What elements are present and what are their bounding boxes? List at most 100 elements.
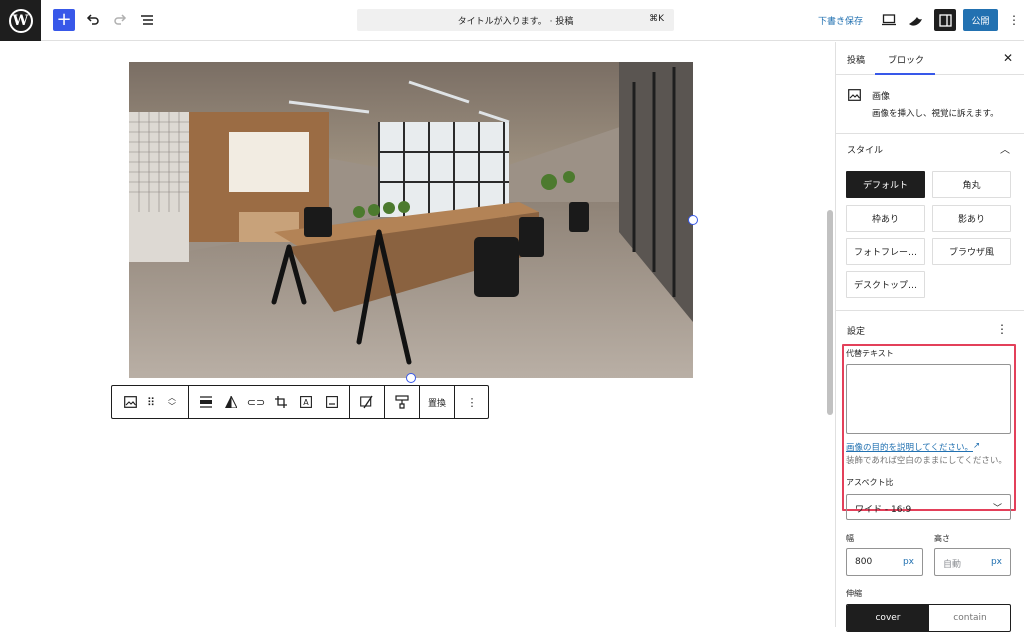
save-draft-button[interactable]: 下書き保存 xyxy=(818,14,863,27)
document-overview-button[interactable] xyxy=(138,11,156,29)
settings-options-button[interactable]: ⋮ xyxy=(996,322,1008,336)
alt-text-help-link[interactable]: 画像の目的を説明してください。 xyxy=(846,441,973,453)
close-icon: ✕ xyxy=(1002,51,1013,65)
style-shadow[interactable]: 影あり xyxy=(932,205,1011,232)
plugin-button[interactable] xyxy=(907,11,925,29)
active-tab-indicator xyxy=(875,73,935,75)
divider xyxy=(836,310,1024,311)
caption-button[interactable] xyxy=(324,394,340,410)
chevron-down-icon: ﹀ xyxy=(168,402,176,411)
style-browser[interactable]: ブラウザ風 xyxy=(932,238,1011,265)
move-up-down-button[interactable]: ︿ ﹀ xyxy=(164,391,180,413)
wordpress-icon: W xyxy=(8,8,33,33)
resize-handle-bottom[interactable] xyxy=(406,373,416,383)
width-value: 800 xyxy=(855,557,873,567)
settings-sidebar: 投稿 ブロック ✕ 画像 画像を挿入し、視覚に訴えます。 スタイル ︿ デフォル… xyxy=(835,42,1024,632)
width-input[interactable]: 800 px xyxy=(846,548,923,576)
height-label: 高さ xyxy=(934,534,950,543)
format-button[interactable] xyxy=(394,394,410,410)
resize-handle-right[interactable] xyxy=(688,215,698,225)
crop-icon xyxy=(275,396,287,408)
styles-panel-title[interactable]: スタイル xyxy=(847,143,883,156)
block-options-button[interactable]: ⋮ xyxy=(464,394,480,410)
drag-handle[interactable]: ⠿ xyxy=(143,394,159,410)
aspect-ratio-select[interactable]: ワイド - 16:9 ﹀ xyxy=(846,494,1011,520)
editor-header: W + タイトルが入ります。 · 投稿 ⌘K 下書き保存 公開 ⋮ xyxy=(0,0,1024,41)
undo-button[interactable] xyxy=(84,11,102,29)
aspect-ratio-value: ワイド - 16:9 xyxy=(855,505,912,515)
more-vertical-icon: ⋮ xyxy=(1008,13,1020,27)
align-icon xyxy=(200,396,212,408)
image-icon xyxy=(123,396,137,408)
alt-text-textarea[interactable] xyxy=(846,364,1011,434)
redo-button[interactable] xyxy=(111,11,129,29)
block-name: 画像 xyxy=(872,92,891,102)
text-overlay-icon: A xyxy=(300,396,312,408)
sidebar-icon xyxy=(938,13,952,27)
scrollbar-thumb[interactable] xyxy=(827,210,833,415)
width-unit[interactable]: px xyxy=(903,557,914,567)
list-view-icon xyxy=(141,15,153,25)
document-title: タイトルが入ります。 · 投稿 xyxy=(457,17,574,27)
alt-text-help: 装飾であれば空白のままにしてください。 xyxy=(846,456,1007,466)
block-toolbar: ⠿ ︿ ﹀ ⊂⊃ A 置換 ⋮ xyxy=(111,385,489,419)
block-description: 画像を挿入し、視覚に訴えます。 xyxy=(872,109,999,119)
link-icon: ⊂⊃ xyxy=(246,395,266,409)
options-menu-button[interactable]: ⋮ xyxy=(1008,11,1020,29)
scale-label: 伸縮 xyxy=(846,589,862,598)
tab-post[interactable]: 投稿 xyxy=(847,53,865,66)
duotone-button[interactable] xyxy=(223,394,239,410)
caption-icon xyxy=(326,396,338,408)
close-sidebar-button[interactable]: ✕ xyxy=(1003,51,1013,65)
duotone-icon xyxy=(225,396,237,408)
tab-block[interactable]: ブロック xyxy=(888,53,924,66)
text-overlay-button[interactable]: A xyxy=(298,394,314,410)
more-vertical-icon: ⋮ xyxy=(466,395,478,409)
width-label: 幅 xyxy=(846,534,854,543)
desktop-preview-icon xyxy=(882,14,896,26)
block-type-button[interactable] xyxy=(122,394,138,410)
style-bordered[interactable]: 枠あり xyxy=(846,205,925,232)
svg-text:A: A xyxy=(303,398,309,407)
scale-option-cover[interactable]: cover xyxy=(847,605,929,631)
canvas-scrollbar[interactable] xyxy=(824,42,835,627)
shortcut-hint: ⌘K xyxy=(649,14,664,24)
replace-button[interactable]: 置換 xyxy=(428,396,446,409)
scale-option-contain[interactable]: contain xyxy=(929,605,1010,631)
style-rounded[interactable]: 角丸 xyxy=(932,171,1011,198)
align-button[interactable] xyxy=(198,394,214,410)
height-unit[interactable]: px xyxy=(991,557,1002,567)
external-link-icon: ↗ xyxy=(973,441,981,451)
style-photo-frame[interactable]: フォトフレー… xyxy=(846,238,925,265)
preview-button[interactable] xyxy=(880,11,898,29)
settings-panel-title: 設定 xyxy=(847,327,866,337)
chevron-up-icon[interactable]: ︿ xyxy=(1000,141,1010,156)
paint-roller-icon xyxy=(395,395,409,409)
style-default[interactable]: デフォルト xyxy=(846,171,925,198)
publish-button[interactable]: 公開 xyxy=(963,9,998,31)
scale-toggle-group: cover contain xyxy=(846,604,1011,632)
redo-icon xyxy=(114,14,127,25)
crop-button[interactable] xyxy=(273,394,289,410)
style-desktop[interactable]: デスクトップ… xyxy=(846,271,925,298)
link-button[interactable]: ⊂⊃ xyxy=(246,394,266,410)
chevron-up-icon: ︿ xyxy=(168,393,176,402)
aspect-ratio-label: アスペクト比 xyxy=(846,478,894,487)
drag-icon: ⠿ xyxy=(146,395,156,409)
block-card: 画像 画像を挿入し、視覚に訴えます。 xyxy=(836,76,1024,134)
wordpress-logo-button[interactable]: W xyxy=(0,0,41,41)
image-compare-button[interactable] xyxy=(359,394,375,410)
image-edit-icon xyxy=(360,395,373,409)
chevron-down-icon: ﹀ xyxy=(992,504,1002,514)
settings-sidebar-toggle[interactable] xyxy=(934,9,956,31)
alt-text-label: 代替テキスト xyxy=(846,349,894,358)
image-block[interactable] xyxy=(129,62,693,378)
undo-icon xyxy=(86,14,99,25)
height-input[interactable]: 自動 px xyxy=(934,548,1011,576)
plugin-leaf-icon xyxy=(909,17,922,26)
command-palette-bar[interactable]: タイトルが入ります。 · 投稿 ⌘K xyxy=(357,9,674,31)
office-photo xyxy=(129,62,693,378)
sidebar-tabs: 投稿 ブロック ✕ xyxy=(836,42,1024,75)
image-block-icon xyxy=(848,89,861,101)
block-inserter-button[interactable]: + xyxy=(53,9,75,31)
